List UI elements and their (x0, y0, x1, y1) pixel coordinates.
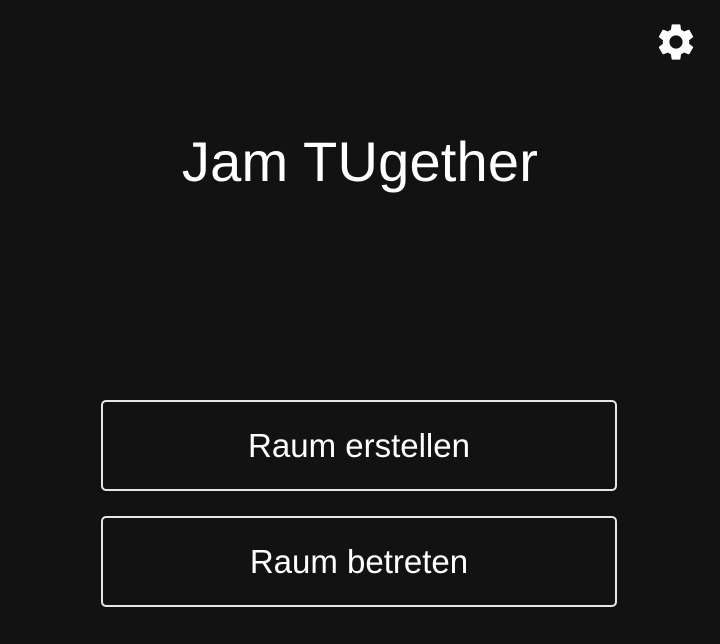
app-title: Jam TUgether (181, 130, 539, 193)
create-room-button[interactable]: Raum erstellen (101, 400, 617, 491)
gear-icon (658, 24, 694, 60)
settings-button[interactable] (652, 18, 700, 66)
home-screen: Jam TUgether Raum erstellen Raum betrete… (0, 0, 720, 644)
join-room-button[interactable]: Raum betreten (101, 516, 617, 607)
